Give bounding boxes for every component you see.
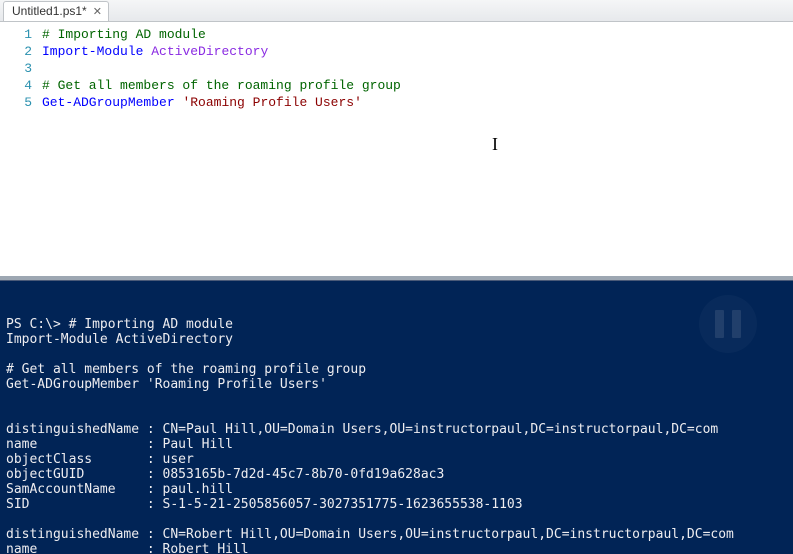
text-cursor-icon: I <box>492 134 498 155</box>
line-number: 5 <box>0 94 32 111</box>
code-line: # Importing AD module <box>42 26 793 43</box>
line-number-gutter: 12345 <box>0 22 42 276</box>
line-number: 1 <box>0 26 32 43</box>
line-number: 2 <box>0 43 32 60</box>
console-output: PS C:\> # Importing AD module Import-Mod… <box>6 317 789 554</box>
line-number: 4 <box>0 77 32 94</box>
console-pane[interactable]: PS C:\> # Importing AD module Import-Mod… <box>0 280 793 554</box>
code-area[interactable]: # Importing AD moduleImport-Module Activ… <box>42 22 793 276</box>
file-tab-title: Untitled1.ps1* <box>12 4 87 18</box>
code-line: # Get all members of the roaming profile… <box>42 77 793 94</box>
file-tab[interactable]: Untitled1.ps1* ✕ <box>3 1 109 21</box>
line-number: 3 <box>0 60 32 77</box>
close-icon[interactable]: ✕ <box>93 5 102 18</box>
script-editor[interactable]: 12345 # Importing AD moduleImport-Module… <box>0 22 793 280</box>
pause-overlay-icon <box>699 295 757 353</box>
code-line: Get-ADGroupMember 'Roaming Profile Users… <box>42 94 793 111</box>
code-line <box>42 60 793 77</box>
tab-bar: Untitled1.ps1* ✕ <box>0 0 793 22</box>
code-line: Import-Module ActiveDirectory <box>42 43 793 60</box>
